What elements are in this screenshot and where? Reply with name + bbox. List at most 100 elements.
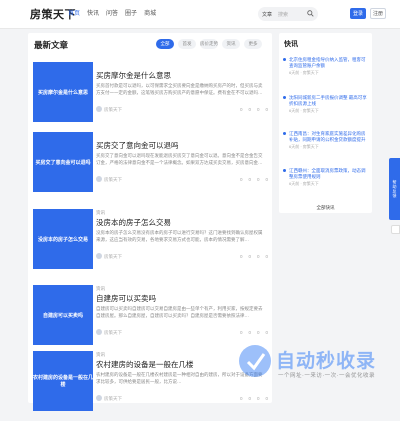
article-title[interactable]: 没房本的房子怎么交易 xyxy=(96,217,171,228)
article-summary: 没房本的房子怎么交易没有房本的房子可以进行交易吗？这门进要找到确认房屋权属来源，… xyxy=(96,230,263,242)
likes-count: 0 xyxy=(248,254,251,259)
search-scope-select[interactable]: 文章 xyxy=(262,11,272,18)
views-count: 0 xyxy=(239,107,243,112)
main-nav: 首页 快讯 问答 圈子 商城 xyxy=(68,8,156,17)
top-navigation-bar: 房策天下 首页 快讯 问答 圈子 商城 文章 搜索 登录 注册 xyxy=(0,0,400,29)
search-input[interactable]: 搜索 xyxy=(278,11,288,18)
article-tag[interactable]: 资讯 xyxy=(96,210,105,216)
article-item[interactable]: 自建房可以买卖吗 资讯 自建房可以买卖吗 自建房可以买卖吗自建房可以交易自建房是… xyxy=(33,285,268,355)
tab-price-trend[interactable]: 房价走势 xyxy=(200,39,218,49)
article-tabs: 全部 首发 房价走势 资讯 更多 xyxy=(156,39,262,49)
views-count: 0 xyxy=(239,396,243,401)
news-text[interactable]: 江西赣州：全面取消房票政策，动态调整房票使用规则 xyxy=(289,168,367,180)
news-time: 6天前 · 房策天下 xyxy=(289,181,319,186)
bullet-icon xyxy=(283,132,286,135)
article-item[interactable]: 买房交了意向金可以退吗 买房交了意向金可以退吗 买房交了意向金可以退吗现在发能退… xyxy=(33,132,268,202)
comments-count: 0 xyxy=(256,396,260,401)
article-item[interactable]: 买房摩尔金是什么意思 买房摩尔金是什么意思 买房首付款是可以退吗，以可保需求全买… xyxy=(33,62,268,132)
news-time: 6天前 · 房策天下 xyxy=(289,70,319,75)
favorites-count: 0 xyxy=(265,177,268,182)
comments-count: 0 xyxy=(256,330,260,335)
watermark-subtext: 一个网址·一来访·一次·一会优化收录 xyxy=(278,373,375,379)
newsflash-sidebar: 快讯 北京住房租金指导价纳入监管，租客可查询监管账户余额 6天前 · 房策天下 … xyxy=(279,33,372,213)
news-item[interactable]: 沈阳同城新房二手房报价调整 最高可享折扣房源上线 6天前 · 房策天下 xyxy=(283,95,367,114)
likes-count: 0 xyxy=(248,177,251,182)
article-title[interactable]: 自建房可以买卖吗 xyxy=(96,293,156,304)
news-item[interactable]: 江西赣州：全面取消房票政策，动态调整房票使用规则 6天前 · 房策天下 xyxy=(283,168,367,187)
nav-circle[interactable]: 圈子 xyxy=(125,8,137,17)
views-count: 0 xyxy=(239,254,243,259)
help-feedback-label: 帮助反馈 xyxy=(392,180,398,198)
news-time: 6天前 · 房策天下 xyxy=(289,108,319,113)
article-item[interactable]: 没房本的房子怎么交易 资讯 没房本的房子怎么交易 没房本的房子怎么交易没有房本的… xyxy=(33,209,268,279)
watermark-text: 自动秒收录 xyxy=(276,351,377,372)
likes-count: 0 xyxy=(248,107,251,112)
news-item[interactable]: 江西南昌：对生育家庭实施差异化购房补贴，同期申请的公积金贷款额度提升 6天前 ·… xyxy=(283,131,367,150)
news-time: 6天前 · 房策天下 xyxy=(289,144,319,149)
article-thumbnail[interactable]: 没房本的房子怎么交易 xyxy=(33,209,93,269)
help-feedback-button[interactable]: 帮助反馈 xyxy=(389,158,400,220)
nav-shop[interactable]: 商城 xyxy=(144,8,156,17)
article-author[interactable]: 房策天下 xyxy=(104,254,122,260)
news-text[interactable]: 江西南昌：对生育家庭实施差异化购房补贴，同期申请的公积金贷款额度提升 xyxy=(289,131,367,143)
all-news-link[interactable]: 全部快讯 xyxy=(279,205,372,211)
comments-count: 0 xyxy=(256,107,260,112)
nav-home[interactable]: 首页 xyxy=(68,8,80,17)
likes-count: 0 xyxy=(248,330,251,335)
section-title: 最新文章 xyxy=(34,40,69,50)
tab-more[interactable]: 更多 xyxy=(244,39,262,49)
favorites-count: 0 xyxy=(265,396,268,401)
tab-first[interactable]: 首发 xyxy=(178,39,196,49)
article-tag[interactable]: 资讯 xyxy=(96,286,105,292)
avatar[interactable] xyxy=(96,395,102,401)
register-button[interactable]: 注册 xyxy=(370,8,386,19)
article-thumbnail[interactable]: 自建房可以买卖吗 xyxy=(33,285,93,345)
views-count: 0 xyxy=(239,177,243,182)
article-stats: 0 0 0 0 xyxy=(240,396,268,401)
tab-info[interactable]: 资讯 xyxy=(222,39,240,49)
avatar[interactable] xyxy=(96,329,102,335)
article-author[interactable]: 房策天下 xyxy=(104,396,122,402)
article-title[interactable]: 买房摩尔金是什么意思 xyxy=(96,70,171,81)
article-title[interactable]: 农村建房的设备是一般在几楼 xyxy=(96,359,194,370)
article-tag[interactable]: 资讯 xyxy=(96,352,105,358)
article-thumbnail[interactable]: 农村建房的设备是一般在几楼 xyxy=(33,351,93,411)
search-box[interactable]: 文章 搜索 xyxy=(258,7,318,21)
tab-all[interactable]: 全部 xyxy=(156,39,174,49)
article-thumbnail[interactable]: 买房摩尔金是什么意思 xyxy=(33,62,93,122)
bullet-icon xyxy=(283,169,286,172)
watermark: 自动秒收录 一个网址·一来访·一次·一会优化收录 xyxy=(236,340,386,385)
article-stats: 0 0 0 0 xyxy=(240,107,268,112)
article-stats: 0 0 0 0 xyxy=(240,177,268,182)
watermark-logo-icon xyxy=(239,345,271,377)
comments-count: 0 xyxy=(256,177,260,182)
article-author[interactable]: 房策天下 xyxy=(104,330,122,336)
article-thumbnail[interactable]: 买房交了意向金可以退吗 xyxy=(33,132,93,192)
article-item[interactable]: 农村建房的设备是一般在几楼 资讯 农村建房的设备是一般在几楼 农村建房的设备是一… xyxy=(33,351,268,421)
article-stats: 0 0 0 0 xyxy=(240,254,268,259)
nav-qa[interactable]: 问答 xyxy=(106,8,118,17)
favorites-count: 0 xyxy=(265,107,268,112)
avatar[interactable] xyxy=(96,106,102,112)
views-count: 0 xyxy=(239,330,243,335)
bullet-icon xyxy=(283,96,286,99)
news-text[interactable]: 沈阳同城新房二手房报价调整 最高可享折扣房源上线 xyxy=(289,95,367,107)
avatar[interactable] xyxy=(96,176,102,182)
avatar[interactable] xyxy=(96,253,102,259)
back-to-top-icon[interactable] xyxy=(391,225,400,234)
nav-news[interactable]: 快讯 xyxy=(87,8,99,17)
news-text[interactable]: 北京住房租金指导价纳入监管，租客可查询监管账户余额 xyxy=(289,57,367,69)
article-author[interactable]: 房策天下 xyxy=(104,107,122,113)
search-icon[interactable] xyxy=(307,10,314,17)
article-summary: 买房交了意向金可以退吗现在发能退房买房交了意向金可以退。意向金不是合金告交订金，… xyxy=(96,153,263,165)
likes-count: 0 xyxy=(248,396,251,401)
news-item[interactable]: 北京住房租金指导价纳入监管，租客可查询监管账户余额 6天前 · 房策天下 xyxy=(283,57,367,76)
article-stats: 0 0 0 0 xyxy=(240,330,268,335)
article-author[interactable]: 房策天下 xyxy=(104,177,122,183)
article-title[interactable]: 买房交了意向金可以退吗 xyxy=(96,140,179,151)
comments-count: 0 xyxy=(256,254,260,259)
article-summary: 自建房可以买卖吗自建房可以交易自建房是由一些单个有产，利用买家，按规定要去自建房… xyxy=(96,306,263,318)
favorites-count: 0 xyxy=(265,330,268,335)
favorites-count: 0 xyxy=(265,254,268,259)
login-button[interactable]: 登录 xyxy=(350,8,366,19)
